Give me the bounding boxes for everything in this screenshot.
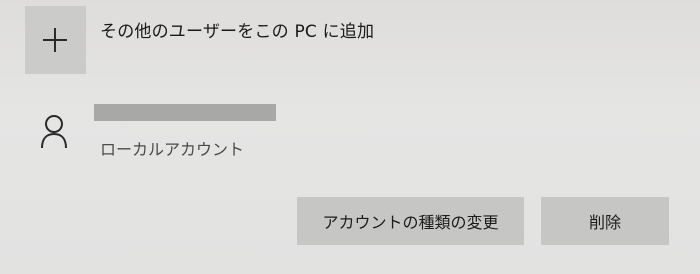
- change-account-type-button[interactable]: アカウントの種類の変更: [297, 197, 524, 245]
- account-type-label: ローカルアカウント: [100, 140, 245, 159]
- local-account-row[interactable]: ローカルアカウント: [0, 92, 700, 182]
- delete-account-button[interactable]: 削除: [541, 197, 669, 245]
- add-user-tile[interactable]: [25, 6, 86, 74]
- person-icon: [41, 115, 67, 149]
- add-other-user-label: その他のユーザーをこの PC に追加: [100, 22, 375, 42]
- account-name-redacted: [94, 104, 276, 121]
- accounts-panel: その他のユーザーをこの PC に追加 ローカルアカウント アカウントの種類の変更…: [0, 0, 700, 274]
- add-other-user-row[interactable]: その他のユーザーをこの PC に追加: [0, 0, 700, 82]
